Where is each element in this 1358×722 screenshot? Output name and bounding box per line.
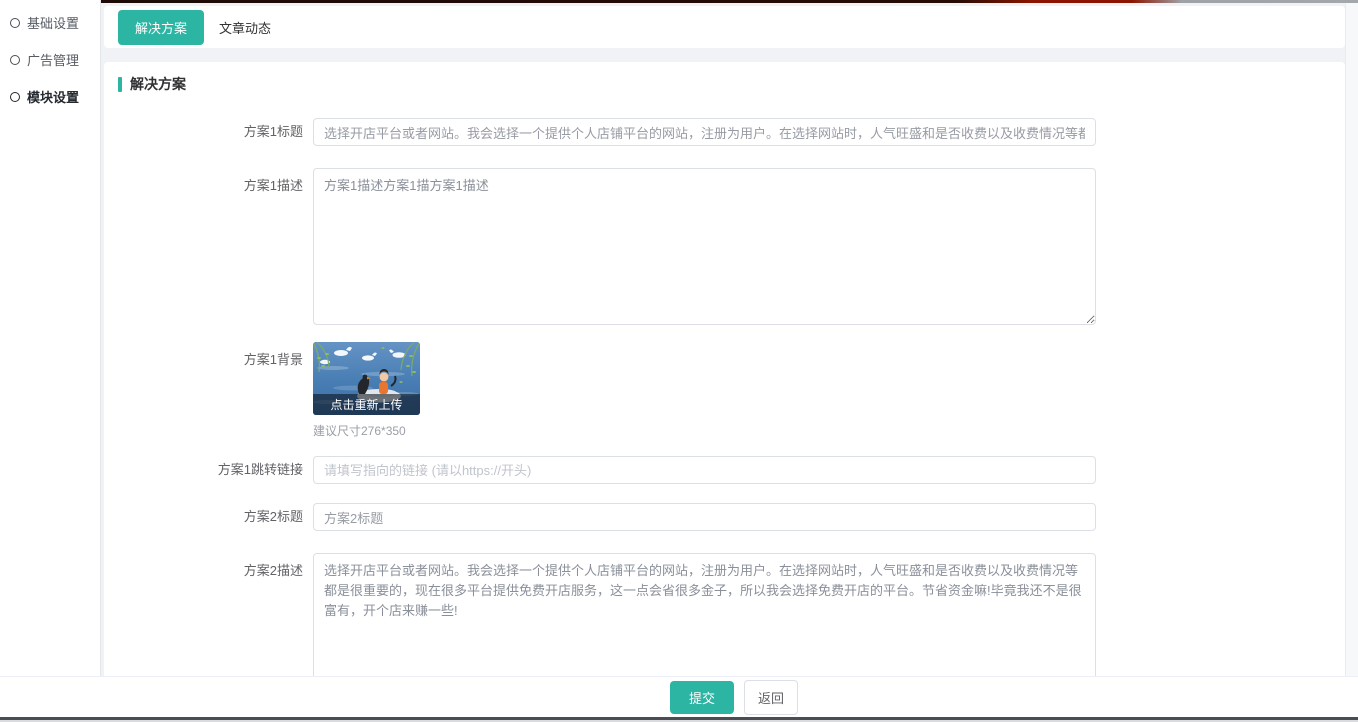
plan2-title-input[interactable] xyxy=(313,503,1096,531)
upload-size-hint: 建议尺寸276*350 xyxy=(313,422,420,439)
tab-solution[interactable]: 解决方案 xyxy=(118,10,204,45)
field-label: 方案1描述 xyxy=(118,168,313,195)
plan1-title-input[interactable] xyxy=(313,118,1096,146)
section-accent-bar xyxy=(118,77,122,92)
solution-form-card: 解决方案 方案1标题 方案1描述 方案1描述方案1描方案1描述 方案1背景 xyxy=(104,62,1345,676)
plan1-link-input[interactable] xyxy=(313,456,1096,484)
radio-circle-icon xyxy=(10,92,20,102)
reupload-overlay-button[interactable]: 点击重新上传 xyxy=(313,394,420,415)
section-title: 解决方案 xyxy=(130,74,186,94)
sidebar-item-module-settings[interactable]: 模块设置 xyxy=(0,78,100,115)
sidebar-item-ad-management[interactable]: 广告管理 xyxy=(0,41,100,78)
form-row-plan1-link: 方案1跳转链接 xyxy=(118,456,1345,484)
form-row-plan1-desc: 方案1描述 方案1描述方案1描方案1描述 xyxy=(118,168,1345,325)
form-row-plan2-desc: 方案2描述 选择开店平台或者网站。我会选择一个提供个人店铺平台的网站，注册为用户… xyxy=(118,553,1345,676)
plan1-background-upload[interactable]: 点击重新上传 xyxy=(313,342,420,415)
form-row-plan1-background: 方案1背景 xyxy=(118,342,1345,439)
upload-wrap: 点击重新上传 建议尺寸276*350 xyxy=(313,342,420,439)
tab-bar: 解决方案 文章动态 xyxy=(104,6,1345,48)
submit-button[interactable]: 提交 xyxy=(670,681,734,714)
section-header: 解决方案 xyxy=(118,74,1345,94)
form-row-plan2-title: 方案2标题 xyxy=(118,503,1345,531)
field-label: 方案1标题 xyxy=(118,118,313,146)
admin-page: 基础设置 广告管理 模块设置 解决方案 文章动态 解决方案 xyxy=(0,0,1358,722)
radio-circle-icon xyxy=(10,55,20,65)
body-row: 基础设置 广告管理 模块设置 解决方案 文章动态 解决方案 xyxy=(0,0,1358,676)
field-label: 方案2标题 xyxy=(118,503,313,531)
sidebar-item-label: 广告管理 xyxy=(27,50,79,69)
form-row-plan1-title: 方案1标题 xyxy=(118,118,1345,146)
top-edge-bar xyxy=(101,0,1358,3)
back-button[interactable]: 返回 xyxy=(744,680,798,715)
plan2-desc-textarea[interactable]: 选择开店平台或者网站。我会选择一个提供个人店铺平台的网站，注册为用户。在选择网站… xyxy=(313,553,1096,676)
field-label: 方案1跳转链接 xyxy=(118,456,313,484)
main-area: 解决方案 文章动态 解决方案 方案1标题 方案1描述 方案1描述方案1描方案1描… xyxy=(101,0,1358,676)
scrollbar-track[interactable] xyxy=(1345,3,1358,676)
field-label: 方案1背景 xyxy=(118,342,313,369)
settings-sidebar: 基础设置 广告管理 模块设置 xyxy=(0,0,101,676)
field-label: 方案2描述 xyxy=(118,553,313,580)
tab-article-news[interactable]: 文章动态 xyxy=(219,18,271,37)
plan1-desc-textarea[interactable]: 方案1描述方案1描方案1描述 xyxy=(313,168,1096,325)
radio-circle-icon xyxy=(10,18,20,28)
sidebar-item-label: 模块设置 xyxy=(27,87,79,106)
bottom-edge-bar xyxy=(0,717,1358,722)
sidebar-item-basic-settings[interactable]: 基础设置 xyxy=(0,4,100,41)
form-footer: 提交 返回 xyxy=(0,676,1358,717)
sidebar-item-label: 基础设置 xyxy=(27,13,79,32)
